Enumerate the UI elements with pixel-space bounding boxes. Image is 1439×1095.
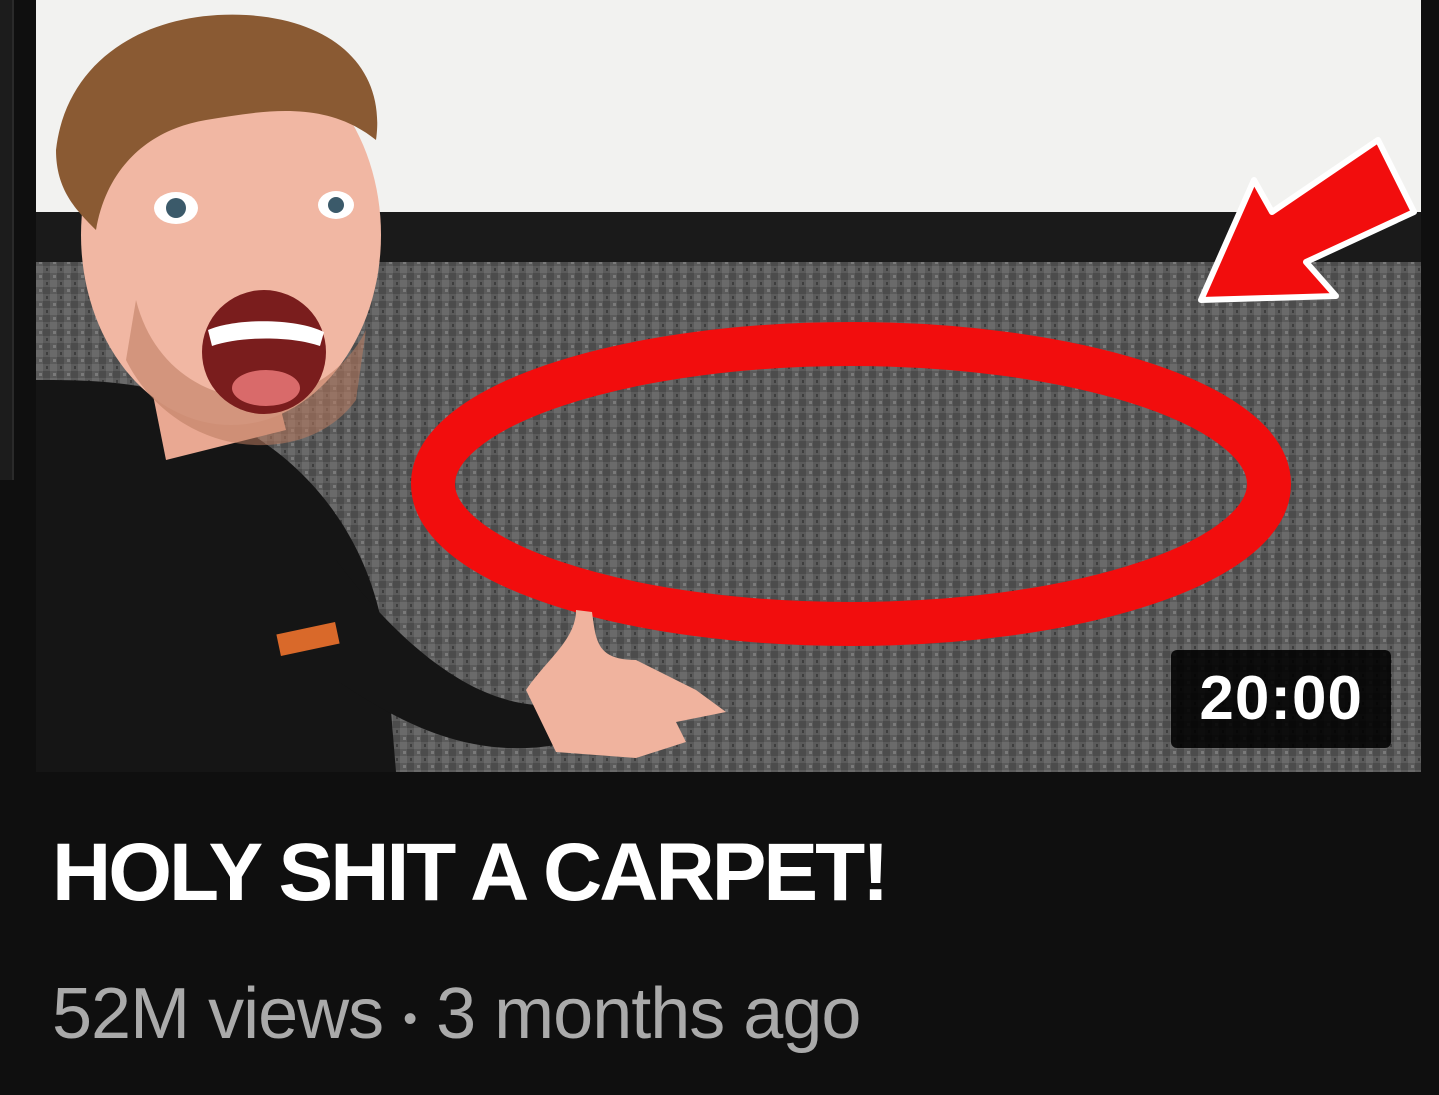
video-title[interactable]: HOLY SHIT A CARPET! — [52, 818, 889, 928]
view-count: 52M views — [52, 974, 384, 1054]
video-card[interactable]: 20:00 HOLY SHIT A CARPET! 52M views • 3 mo… — [0, 0, 1439, 1095]
upload-age: 3 months ago — [436, 974, 861, 1054]
video-metadata: 52M views • 3 months ago — [52, 966, 861, 1067]
adjacent-card-edge — [0, 0, 14, 480]
meta-separator: • — [403, 996, 417, 1041]
duration-badge: 20:00 — [1171, 650, 1391, 748]
video-thumbnail[interactable]: 20:00 — [36, 0, 1421, 772]
